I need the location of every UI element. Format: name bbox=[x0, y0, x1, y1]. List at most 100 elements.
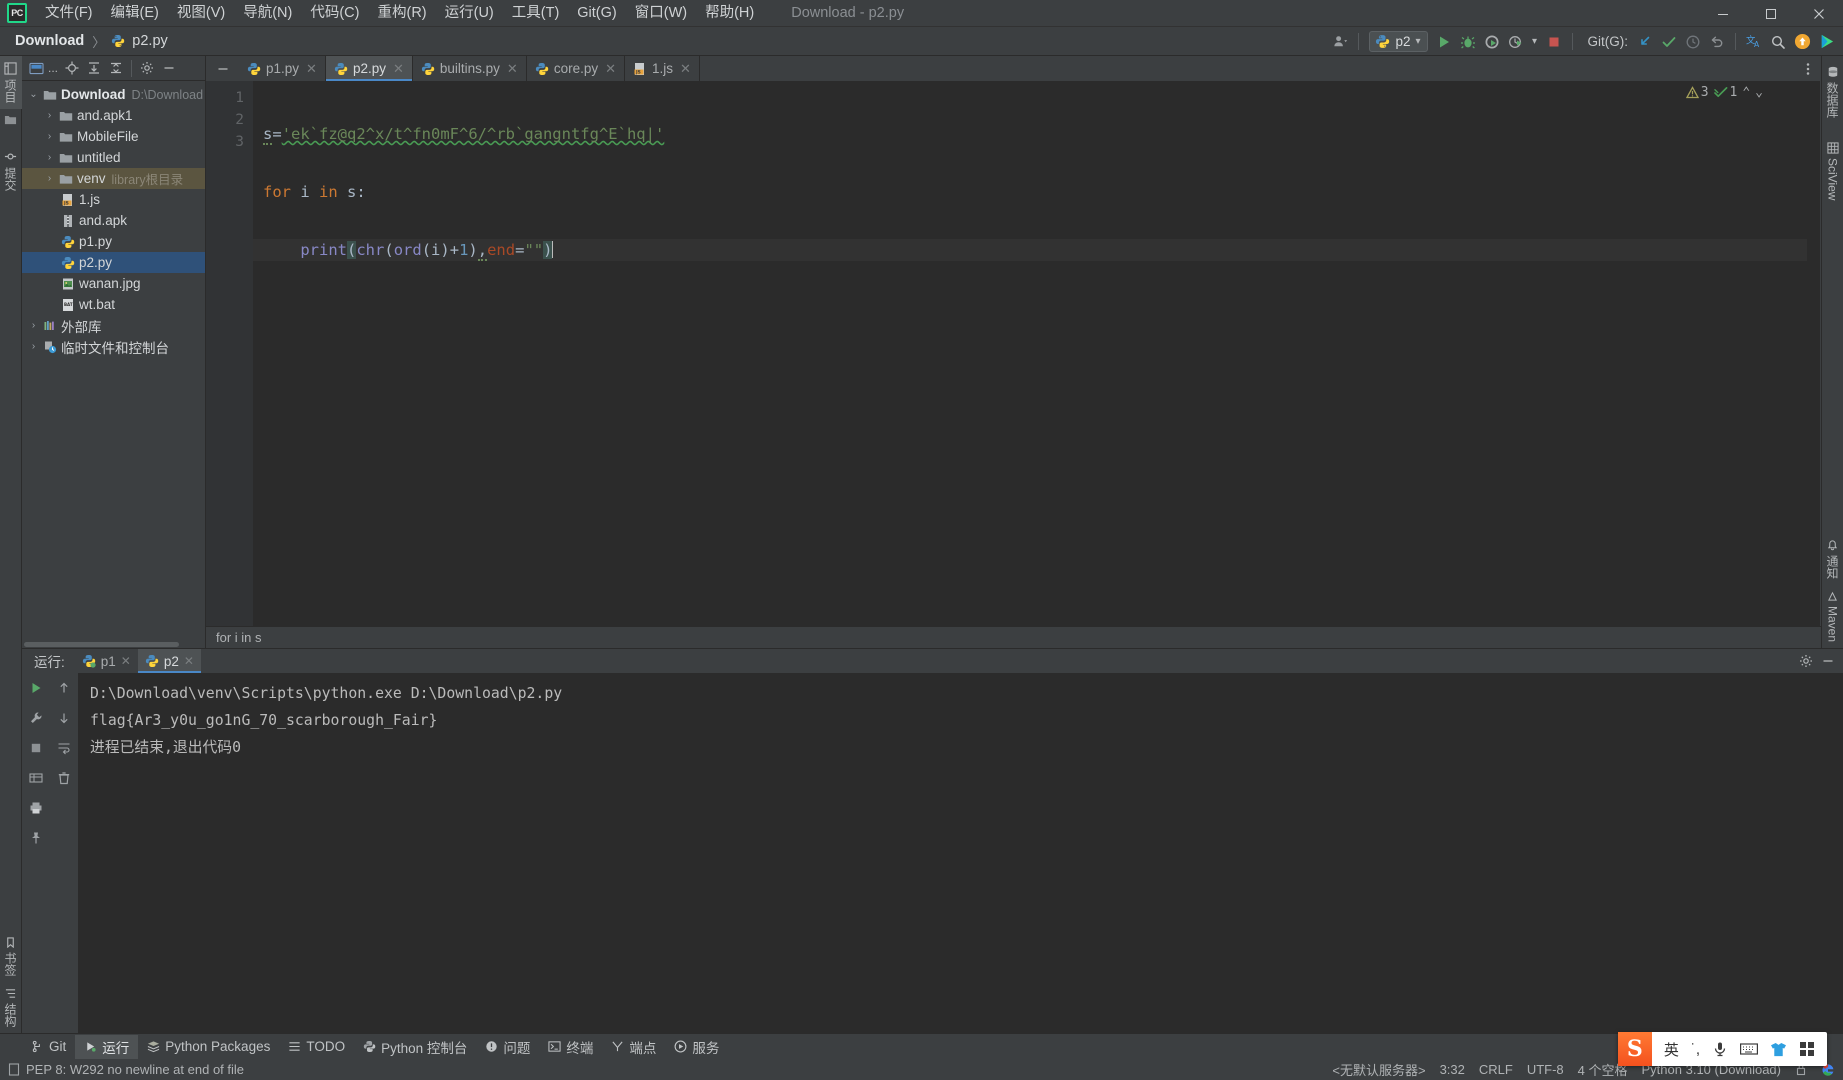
editor-tab-p1-py[interactable]: p1.py ✕ bbox=[239, 56, 326, 81]
menu-refactor[interactable]: 重构(R) bbox=[368, 0, 435, 26]
wrap-icon[interactable] bbox=[53, 737, 75, 759]
project-panel-scrollbar[interactable] bbox=[22, 641, 205, 648]
stop-button[interactable] bbox=[1543, 31, 1565, 53]
chevron-right-icon[interactable]: › bbox=[42, 173, 57, 184]
editor-tab-core-py[interactable]: core.py ✕ bbox=[527, 56, 626, 81]
warning-count[interactable]: 3 bbox=[1685, 85, 1709, 100]
chevron-down-icon[interactable]: ⌄ bbox=[1755, 85, 1763, 100]
bottom-tool-endpoints[interactable]: 端点 bbox=[602, 1035, 665, 1059]
person-icon[interactable] bbox=[1329, 31, 1351, 53]
bottom-tool-todo[interactable]: TODO bbox=[279, 1035, 354, 1059]
editor-tab-builtins-py[interactable]: builtins.py ✕ bbox=[413, 56, 527, 81]
run-coverage-button[interactable] bbox=[1481, 31, 1503, 53]
arrow-up-icon[interactable] bbox=[53, 677, 75, 699]
tree-item-p2-py[interactable]: p2.py bbox=[22, 252, 205, 273]
tree-item-and-apk1[interactable]: › and.apk1 bbox=[22, 105, 205, 126]
ime-punctuation-toggle[interactable]: ˙, bbox=[1691, 1041, 1700, 1058]
search-icon[interactable] bbox=[1767, 31, 1789, 53]
project-view-icon[interactable] bbox=[26, 58, 46, 78]
menu-tools[interactable]: 工具(T) bbox=[503, 0, 569, 26]
tree-item-download[interactable]: ⌄ Download D:\Download bbox=[22, 84, 205, 105]
tool-window-bookmarks[interactable]: 书签 bbox=[0, 931, 22, 982]
chevron-right-icon[interactable]: › bbox=[26, 341, 41, 352]
printer-icon[interactable] bbox=[25, 797, 47, 819]
ime-skin[interactable] bbox=[1770, 1042, 1787, 1057]
ime-toolbox[interactable] bbox=[1799, 1041, 1815, 1057]
inspection-ok-count[interactable]: 1 bbox=[1713, 85, 1737, 100]
clock-icon[interactable] bbox=[1682, 31, 1704, 53]
bottom-tool-git[interactable]: Git bbox=[22, 1035, 75, 1059]
menu-code[interactable]: 代码(C) bbox=[301, 0, 368, 26]
chevron-down-icon[interactable]: ▾ bbox=[1529, 31, 1541, 53]
update-badge-icon[interactable] bbox=[1791, 31, 1813, 53]
editor-gutter[interactable]: 1 2 3 bbox=[206, 81, 253, 626]
close-icon[interactable]: ✕ bbox=[121, 654, 131, 668]
menu-window[interactable]: 窗口(W) bbox=[626, 0, 696, 26]
tool-window-structure[interactable] bbox=[1, 109, 20, 130]
close-icon[interactable]: ✕ bbox=[184, 654, 194, 668]
bottom-tool-run[interactable]: 运行 bbox=[75, 1034, 139, 1059]
menu-edit[interactable]: 编辑(E) bbox=[102, 0, 168, 26]
close-icon[interactable]: ✕ bbox=[605, 61, 616, 77]
breadcrumb-project[interactable]: Download bbox=[10, 31, 89, 51]
minus-icon[interactable] bbox=[1821, 654, 1835, 668]
status-server[interactable]: <无默认服务器> bbox=[1332, 1060, 1425, 1079]
table-icon[interactable] bbox=[25, 767, 47, 789]
tool-window-commit[interactable]: 提交 bbox=[0, 144, 22, 197]
menu-help[interactable]: 帮助(H) bbox=[696, 0, 763, 26]
pin-icon[interactable] bbox=[25, 827, 47, 849]
stop-process-button[interactable] bbox=[25, 737, 47, 759]
tree-item-and-apk[interactable]: and.apk bbox=[22, 210, 205, 231]
close-icon[interactable]: ✕ bbox=[393, 61, 404, 77]
wrench-icon[interactable] bbox=[25, 707, 47, 729]
collapse-all-icon[interactable] bbox=[106, 58, 126, 78]
chevron-right-icon[interactable]: › bbox=[42, 131, 57, 142]
tree-item-scratches[interactable]: › 临时文件和控制台 bbox=[22, 336, 205, 357]
tool-window-notifications[interactable]: 通知 bbox=[1821, 534, 1843, 585]
tree-item-external-libraries[interactable]: › 外部库 bbox=[22, 315, 205, 336]
menu-view[interactable]: 视图(V) bbox=[168, 0, 234, 26]
project-view-selector-label[interactable]: ... bbox=[48, 61, 58, 75]
profile-button[interactable] bbox=[1505, 31, 1527, 53]
gear-icon[interactable] bbox=[1799, 654, 1813, 668]
run-console-output[interactable]: D:\Download\venv\Scripts\python.exe D:\D… bbox=[78, 673, 1843, 1033]
menu-file[interactable]: 文件(F) bbox=[36, 0, 102, 26]
check-icon[interactable] bbox=[1658, 31, 1680, 53]
ime-keyboard[interactable] bbox=[1740, 1042, 1758, 1056]
bottom-tool-problems[interactable]: 问题 bbox=[476, 1035, 539, 1059]
arrow-down-icon[interactable] bbox=[53, 707, 75, 729]
editor-tabs-hide-button[interactable] bbox=[206, 56, 239, 81]
chevron-up-icon[interactable]: ⌃ bbox=[1742, 85, 1750, 100]
chevron-right-icon[interactable]: › bbox=[26, 320, 41, 331]
play-colored-icon[interactable] bbox=[1815, 31, 1837, 53]
chevron-down-icon[interactable]: ⌄ bbox=[26, 89, 41, 100]
tree-item-venv[interactable]: › venv library根目录 bbox=[22, 168, 205, 189]
editor-tab-1-js[interactable]: JS 1.js ✕ bbox=[625, 56, 700, 81]
minimize-button[interactable] bbox=[1699, 0, 1747, 27]
trash-icon[interactable] bbox=[53, 767, 75, 789]
run-button[interactable] bbox=[1433, 31, 1455, 53]
chevron-right-icon[interactable]: › bbox=[42, 110, 57, 121]
editor-tabs-more-button[interactable] bbox=[1801, 56, 1821, 81]
minus-icon[interactable] bbox=[159, 58, 179, 78]
close-icon[interactable]: ✕ bbox=[306, 61, 317, 77]
undo-icon[interactable] bbox=[1706, 31, 1728, 53]
status-caret-position[interactable]: 3:32 bbox=[1440, 1062, 1465, 1077]
gear-icon[interactable] bbox=[137, 58, 157, 78]
tree-item-mobilefile[interactable]: › MobileFile bbox=[22, 126, 205, 147]
chevron-right-icon[interactable]: › bbox=[42, 152, 57, 163]
rerun-button[interactable] bbox=[25, 677, 47, 699]
scrollbar-thumb[interactable] bbox=[24, 642, 179, 647]
tool-window-structure2[interactable]: 结构 bbox=[0, 982, 22, 1033]
crosshair-icon[interactable] bbox=[62, 58, 82, 78]
close-icon[interactable]: ✕ bbox=[680, 61, 691, 77]
bottom-tool-services[interactable]: 服务 bbox=[665, 1035, 728, 1059]
editor-tab-p2-py[interactable]: p2.py ✕ bbox=[325, 56, 413, 81]
bottom-tool-python-packages[interactable]: Python Packages bbox=[138, 1035, 279, 1059]
editor-error-stripe[interactable] bbox=[1807, 81, 1821, 626]
status-encoding[interactable]: UTF-8 bbox=[1527, 1062, 1564, 1077]
run-configuration-selector[interactable]: p2 ▾ bbox=[1369, 31, 1428, 52]
close-icon[interactable]: ✕ bbox=[507, 61, 518, 77]
menu-run[interactable]: 运行(U) bbox=[436, 0, 503, 26]
ime-language-toggle[interactable]: 英 bbox=[1664, 1039, 1679, 1060]
